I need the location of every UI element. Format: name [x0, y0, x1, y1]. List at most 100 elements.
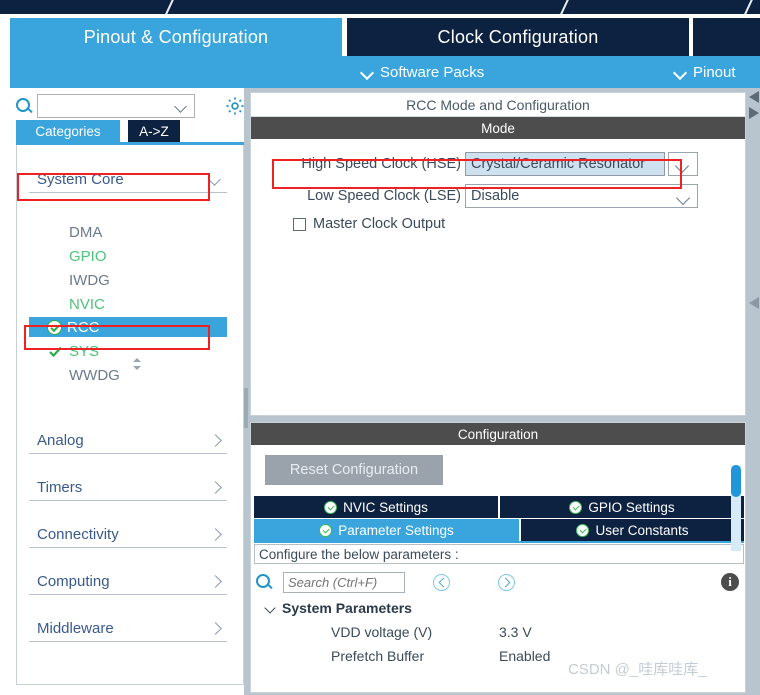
tab-gpio-settings[interactable]: GPIO Settings [500, 496, 744, 518]
parameter-scrollbar[interactable] [731, 465, 741, 551]
param-value-vdd-voltage: 3.3 V [499, 624, 532, 640]
window-top-strip [0, 0, 760, 14]
tab-parameter-settings[interactable]: Parameter Settings [254, 519, 519, 541]
collapse-left-arrow-icon[interactable] [748, 296, 760, 310]
configuration-section-title: Configuration [251, 423, 745, 445]
chevron-down-icon [209, 174, 221, 186]
peripheral-sidebar: Categories A->Z System Core DMA GPIO IWD… [8, 88, 244, 691]
hse-value: Crystal/Ceramic Resonator [471, 156, 646, 172]
parameter-search-box[interactable] [283, 571, 405, 593]
tab-gpio-settings-label: GPIO Settings [588, 499, 675, 515]
chevron-down-icon [677, 161, 688, 172]
main-tab-bar: Pinout & Configuration Clock Configurati… [0, 14, 760, 56]
watermark: CSDN @_哇库哇库_ [568, 661, 707, 678]
sidebar-group-timers[interactable]: Timers [29, 475, 227, 501]
chevron-down-icon[interactable] [176, 102, 186, 112]
tab-user-constants-label: User Constants [595, 522, 689, 538]
master-clock-output-label: Master Clock Output [313, 216, 446, 232]
circle-right-arrow-icon[interactable] [498, 573, 515, 591]
mode-section-title-label: Mode [481, 120, 515, 136]
sidebar-item-nvic-label: NVIC [69, 295, 105, 313]
chevron-right-icon [209, 623, 221, 635]
sidebar-item-rcc[interactable]: RCC [29, 317, 227, 337]
configuration-note: Configure the below parameters : [254, 544, 744, 564]
check-circle-icon [319, 523, 333, 537]
reset-configuration-button[interactable]: Reset Configuration [265, 455, 443, 485]
chevron-down-icon [362, 67, 373, 78]
sidebar-group-connectivity-label: Connectivity [37, 526, 119, 543]
hse-combo-arrow[interactable] [668, 152, 698, 176]
sidebar-item-nvic[interactable]: NVIC [29, 294, 227, 314]
parameter-scrollbar-thumb[interactable] [731, 465, 741, 497]
search-combo[interactable] [37, 94, 195, 118]
collapse-left-arrow-icon[interactable] [748, 90, 760, 104]
decorative-slash [557, 0, 571, 14]
tab-categories[interactable]: Categories [16, 120, 120, 142]
sidebar-group-analog[interactable]: Analog [29, 428, 227, 454]
sidebar-item-iwdg[interactable]: IWDG [29, 270, 227, 290]
circle-left-arrow-icon[interactable] [433, 573, 450, 591]
sidebar-item-sys-label: SYS [69, 342, 100, 360]
sidebar-item-sys[interactable]: SYS [29, 341, 227, 361]
menu-software-packs[interactable]: Software Packs [362, 56, 484, 88]
sidebar-item-wwdg[interactable]: WWDG [29, 365, 227, 385]
sidebar-group-computing[interactable]: Computing [29, 569, 227, 595]
check-circle-icon [47, 319, 62, 335]
rcc-panel-title: RCC Mode and Configuration [251, 93, 745, 117]
tab-user-constants[interactable]: User Constants [521, 519, 744, 541]
parameter-toolbar: i [254, 569, 739, 595]
master-clock-output-row[interactable]: Master Clock Output [293, 216, 445, 232]
sidebar-group-middleware[interactable]: Middleware [29, 616, 227, 642]
tab-next-partial[interactable] [693, 18, 760, 56]
chevron-right-icon [209, 576, 221, 588]
check-circle-icon [576, 523, 590, 537]
sidebar-group-system-core[interactable]: System Core [29, 167, 227, 193]
sidebar-group-connectivity[interactable]: Connectivity [29, 522, 227, 548]
secondary-toolbar: Software Packs Pinout [10, 56, 760, 88]
sidebar-item-iwdg-label: IWDG [69, 271, 110, 289]
decorative-slash [162, 0, 176, 14]
tab-clock-configuration[interactable]: Clock Configuration [347, 18, 689, 56]
lse-row: Low Speed Clock (LSE) Disable [261, 184, 698, 208]
menu-pinout-label: Pinout [693, 63, 736, 81]
sidebar-item-dma[interactable]: DMA [29, 222, 227, 242]
chevron-down-icon [678, 193, 689, 204]
tab-nvic-settings-label: NVIC Settings [343, 499, 428, 515]
tab-parameter-settings-label: Parameter Settings [338, 522, 454, 538]
reset-configuration-label: Reset Configuration [289, 462, 419, 478]
collapse-right-arrow-icon[interactable] [748, 106, 760, 120]
lse-label: Low Speed Clock (LSE) [307, 188, 461, 204]
tab-a-to-z-label: A->Z [139, 123, 169, 139]
parameter-search-input[interactable] [288, 573, 402, 591]
configuration-panel: Configuration Reset Configuration NVIC S… [250, 422, 746, 693]
tab-pinout-label: Pinout & Configuration [83, 26, 269, 47]
search-input[interactable] [42, 96, 170, 116]
cubemx-window: Pinout & Configuration Clock Configurati… [0, 0, 760, 695]
hse-row: High Speed Clock (HSE) Crystal/Ceramic R… [261, 152, 698, 176]
menu-pinout[interactable]: Pinout [675, 56, 736, 88]
gear-icon[interactable] [224, 95, 246, 117]
peripheral-tree: System Core DMA GPIO IWDG NVIC RCC SYS W… [16, 145, 244, 685]
sidebar-view-tabs: Categories A->Z [16, 120, 244, 145]
param-value-prefetch-buffer: Enabled [499, 648, 551, 664]
param-group-system-parameters[interactable]: System Parameters [265, 600, 412, 616]
sidebar-item-wwdg-label: WWDG [69, 366, 120, 384]
tab-a-to-z[interactable]: A->Z [128, 120, 180, 142]
info-icon[interactable]: i [721, 573, 739, 591]
sidebar-group-timers-label: Timers [37, 479, 83, 496]
hse-combo[interactable]: Crystal/Ceramic Resonator [465, 152, 665, 176]
sidebar-item-dma-label: DMA [69, 223, 103, 241]
master-clock-output-checkbox[interactable] [293, 217, 306, 231]
chevron-down-icon [675, 67, 686, 78]
tab-nvic-settings[interactable]: NVIC Settings [254, 496, 498, 518]
sidebar-search-row [12, 92, 244, 120]
tab-pinout-configuration[interactable]: Pinout & Configuration [10, 18, 342, 56]
chevron-down-icon [265, 603, 276, 614]
mode-panel: RCC Mode and Configuration Mode High Spe… [250, 92, 746, 416]
sidebar-item-gpio[interactable]: GPIO [29, 246, 227, 266]
mode-section-title: Mode [251, 117, 745, 139]
search-icon [16, 97, 33, 115]
configuration-note-label: Configure the below parameters : [259, 546, 459, 562]
lse-combo[interactable]: Disable [465, 184, 698, 208]
sidebar-group-middleware-label: Middleware [37, 620, 114, 637]
